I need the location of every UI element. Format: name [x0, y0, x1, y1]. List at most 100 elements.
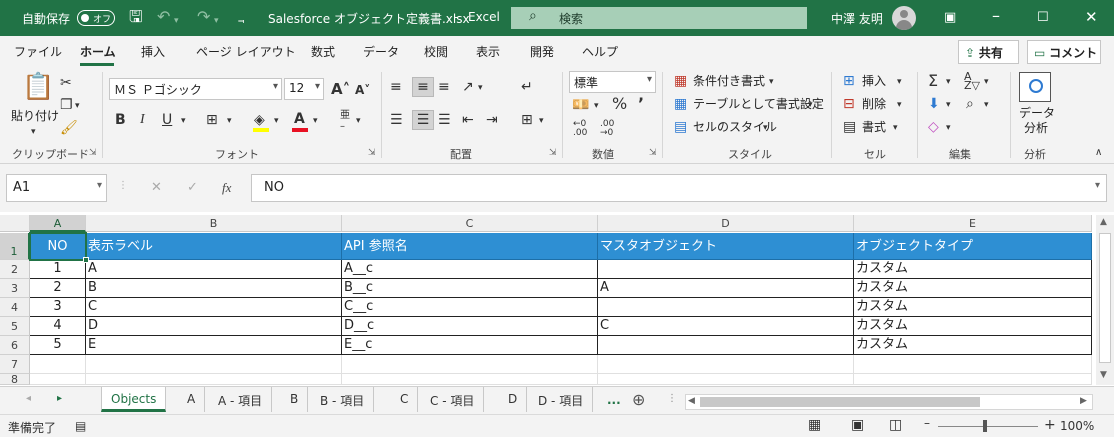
maximize-icon[interactable]: ☐ — [1037, 9, 1049, 27]
row-header-4[interactable]: 4 — [0, 298, 30, 317]
increase-font-size-icon[interactable]: A˄ — [331, 80, 350, 98]
alignment-launcher-icon[interactable]: ⇲ — [549, 148, 557, 158]
sort-filter-icon[interactable]: A Z▽ — [964, 71, 980, 91]
empty-cell[interactable] — [598, 374, 854, 385]
table-header-cell[interactable]: API 参照名 — [342, 233, 598, 260]
table-cell[interactable]: A__c — [342, 260, 598, 279]
align-right-icon[interactable]: ☰ — [438, 111, 451, 129]
empty-cell[interactable] — [342, 355, 598, 374]
tab-file[interactable]: ファイル — [14, 43, 62, 60]
sheet-tab[interactable]: Objects — [101, 387, 167, 412]
horizontal-scrollbar[interactable]: ◀ ▶ — [685, 394, 1093, 410]
empty-cell[interactable] — [854, 374, 1092, 385]
table-cell[interactable]: 1 — [30, 260, 86, 279]
merge-dropdown-icon[interactable]: ▾ — [539, 112, 544, 130]
table-cell[interactable]: D__c — [342, 317, 598, 336]
phonetic-dropdown-icon[interactable]: ▾ — [356, 112, 361, 130]
column-header-c[interactable]: C — [342, 215, 598, 232]
table-cell[interactable]: カスタム — [854, 260, 1092, 279]
decrease-font-size-icon[interactable]: A˅ — [355, 81, 370, 99]
tab-view[interactable]: 表示 — [476, 43, 500, 60]
table-cell[interactable]: 5 — [30, 336, 86, 355]
redo-icon[interactable]: ↷ — [197, 8, 210, 26]
format-cells-button[interactable]: 書式 — [862, 118, 886, 136]
underline-icon[interactable]: U — [162, 111, 172, 129]
borders-dropdown-icon[interactable]: ▾ — [227, 112, 232, 130]
table-cell[interactable]: E__c — [342, 336, 598, 355]
page-layout-view-icon[interactable]: ▣ — [851, 417, 864, 433]
autosum-dropdown-icon[interactable]: ▾ — [946, 73, 951, 91]
customize-toolbar-icon[interactable]: ⫬ — [238, 11, 244, 29]
font-color-icon[interactable]: A — [294, 110, 305, 128]
data-analysis-button-line1[interactable]: データ — [1019, 106, 1055, 121]
table-cell[interactable]: 3 — [30, 298, 86, 317]
table-cell[interactable]: A — [86, 260, 342, 279]
comma-style-icon[interactable]: ’ — [638, 95, 644, 113]
minimize-icon[interactable]: – — [992, 7, 1000, 25]
sheet-tab[interactable]: B — [281, 387, 309, 412]
tab-developer[interactable]: 開発 — [530, 43, 554, 60]
sheet-tab[interactable]: D - 項目 — [529, 387, 594, 412]
align-bottom-icon[interactable]: ≡ — [438, 78, 450, 96]
undo-dropdown-icon[interactable]: ▾ — [174, 12, 179, 30]
insert-cells-dropdown-icon[interactable]: ▾ — [897, 73, 902, 91]
undo-icon[interactable]: ↶ — [157, 8, 170, 26]
fill-color-dropdown-icon[interactable]: ▾ — [274, 112, 279, 130]
sort-filter-dropdown-icon[interactable]: ▾ — [984, 73, 989, 91]
format-as-table-dropdown-icon[interactable]: ▾ — [808, 96, 813, 114]
italic-icon[interactable]: I — [140, 111, 145, 129]
align-left-icon[interactable]: ☰ — [390, 111, 403, 129]
find-select-dropdown-icon[interactable]: ▾ — [984, 96, 989, 114]
fill-handle[interactable] — [83, 257, 89, 263]
clear-dropdown-icon[interactable]: ▾ — [946, 119, 951, 137]
table-cell[interactable]: 4 — [30, 317, 86, 336]
scroll-up-icon[interactable]: ▲ — [1100, 217, 1107, 227]
table-cell[interactable] — [598, 298, 854, 317]
table-header-cell[interactable]: 表示ラベル — [86, 233, 342, 260]
table-cell[interactable]: 2 — [30, 279, 86, 298]
conditional-dropdown-icon[interactable]: ▾ — [769, 73, 774, 91]
comments-button[interactable]: ▭ コメント — [1027, 40, 1101, 64]
autosave-toggle[interactable]: オフ — [77, 10, 115, 26]
phonetic-guide-icon[interactable]: 亜 – — [340, 110, 350, 132]
autosum-icon[interactable]: Σ — [928, 72, 938, 90]
empty-cell[interactable] — [86, 374, 342, 385]
avatar[interactable] — [892, 6, 916, 30]
ribbon-display-options-icon[interactable]: ▣ — [944, 9, 956, 27]
wrap-text-icon[interactable]: ↵ — [521, 78, 533, 96]
table-cell[interactable]: C — [86, 298, 342, 317]
percent-style-icon[interactable]: % — [612, 95, 627, 113]
clear-icon[interactable]: ◇ — [928, 118, 939, 136]
decrease-decimal-icon[interactable]: .00 →0 — [600, 120, 614, 138]
font-size-select[interactable]: 12 ▾ — [284, 78, 324, 100]
tab-formulas[interactable]: 数式 — [311, 43, 335, 60]
row-header-1[interactable]: 1 — [0, 233, 30, 260]
fill-color-icon[interactable]: ◈ — [254, 111, 265, 129]
increase-indent-icon[interactable]: ⇥ — [486, 111, 498, 129]
row-header-8[interactable]: 8 — [0, 374, 30, 385]
borders-icon[interactable]: ⊞ — [206, 111, 218, 129]
tab-help[interactable]: ヘルプ — [582, 43, 618, 60]
cancel-entry-icon[interactable]: ✕ — [151, 180, 162, 195]
accounting-dropdown-icon[interactable]: ▾ — [594, 97, 599, 115]
row-header-2[interactable]: 2 — [0, 260, 30, 279]
conditional-formatting-button[interactable]: 条件付き書式 — [693, 72, 765, 90]
empty-cell[interactable] — [86, 355, 342, 374]
number-format-select[interactable]: 標準 ▾ — [569, 71, 656, 93]
format-as-table-button[interactable]: テーブルとして書式設定 — [693, 95, 824, 113]
tab-insert[interactable]: 挿入 — [141, 43, 165, 60]
horizontal-scroll-thumb[interactable] — [700, 397, 980, 407]
table-cell[interactable]: B__c — [342, 279, 598, 298]
search-box[interactable]: ⌕ 検索 — [511, 7, 807, 29]
sheet-tab[interactable]: D — [499, 387, 528, 412]
empty-cell[interactable] — [598, 355, 854, 374]
scroll-left-icon[interactable]: ◀ — [688, 396, 695, 406]
delete-cells-dropdown-icon[interactable]: ▾ — [897, 96, 902, 114]
sheet-tab[interactable]: B - 項目 — [311, 387, 375, 412]
column-header-a[interactable]: A — [30, 215, 86, 232]
sheet-tab[interactable]: C - 項目 — [421, 387, 485, 412]
redo-dropdown-icon[interactable]: ▾ — [214, 12, 219, 30]
clipboard-launcher-icon[interactable]: ⇲ — [89, 148, 97, 158]
confirm-entry-icon[interactable]: ✓ — [187, 180, 198, 195]
data-analysis-icon[interactable] — [1019, 72, 1051, 102]
